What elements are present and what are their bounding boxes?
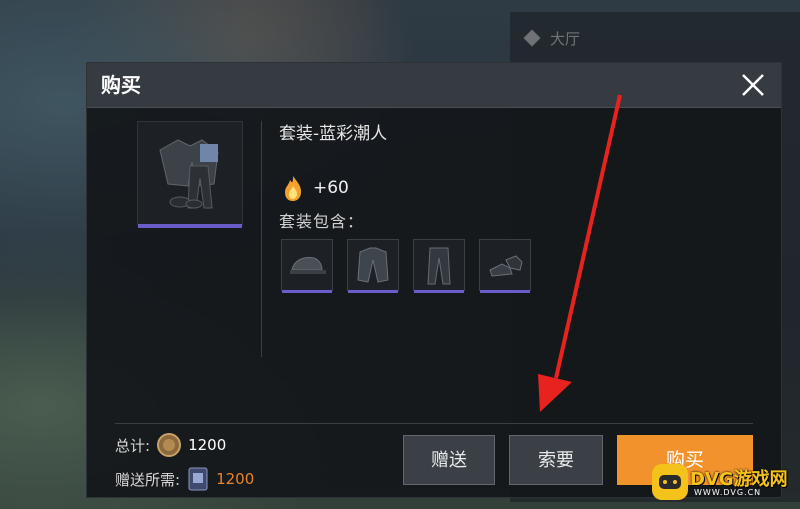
points-value: +60	[313, 178, 349, 198]
gift-cost-label: 赠送所需:	[115, 470, 181, 489]
watermark-url: WWW.DVG.CN	[694, 488, 762, 497]
dialog-title: 购买	[101, 73, 141, 97]
outfit-parts	[281, 239, 531, 293]
includes-label: 套装包含：	[279, 212, 365, 231]
gamepad-logo-icon	[652, 464, 688, 500]
part-pants[interactable]	[413, 239, 465, 293]
gift-card-icon	[188, 467, 208, 491]
vertical-divider	[261, 121, 262, 357]
total-row: 总计: 1200	[115, 431, 226, 459]
gift-button[interactable]: 赠送	[403, 435, 495, 485]
close-icon	[742, 74, 764, 96]
coin-icon	[157, 433, 182, 457]
outfit-icon	[159, 139, 219, 209]
total-amount: 1200	[188, 436, 227, 454]
total-label: 总计:	[115, 436, 151, 455]
item-name: 套装-蓝彩潮人	[279, 124, 388, 144]
part-shoes[interactable]	[479, 239, 531, 293]
hat-icon	[290, 257, 326, 274]
gift-cost-row: 赠送所需: 1200	[115, 465, 254, 493]
flame-icon	[285, 176, 301, 201]
points-row: +60	[281, 173, 349, 203]
close-button[interactable]	[737, 69, 769, 101]
footer-divider	[115, 423, 753, 424]
gift-cost-amount: 1200	[216, 470, 255, 488]
request-button[interactable]: 索要	[509, 435, 603, 485]
watermark: DVG游戏网 WWW.DVG.CN	[650, 460, 796, 504]
background-panel-tag: 大厅	[520, 26, 660, 52]
shoes-icon	[489, 255, 523, 277]
part-hat[interactable]	[281, 239, 333, 293]
jacket-icon	[357, 247, 389, 283]
outfit-thumbnail	[137, 121, 243, 228]
purchase-dialog: 购买 套装-蓝彩潮人 +60 套装包含： 总计: 1200 赠送所需: 1200…	[86, 62, 782, 498]
pants-icon	[427, 247, 451, 285]
dialog-header: 购买	[87, 63, 781, 108]
part-jacket[interactable]	[347, 239, 399, 293]
